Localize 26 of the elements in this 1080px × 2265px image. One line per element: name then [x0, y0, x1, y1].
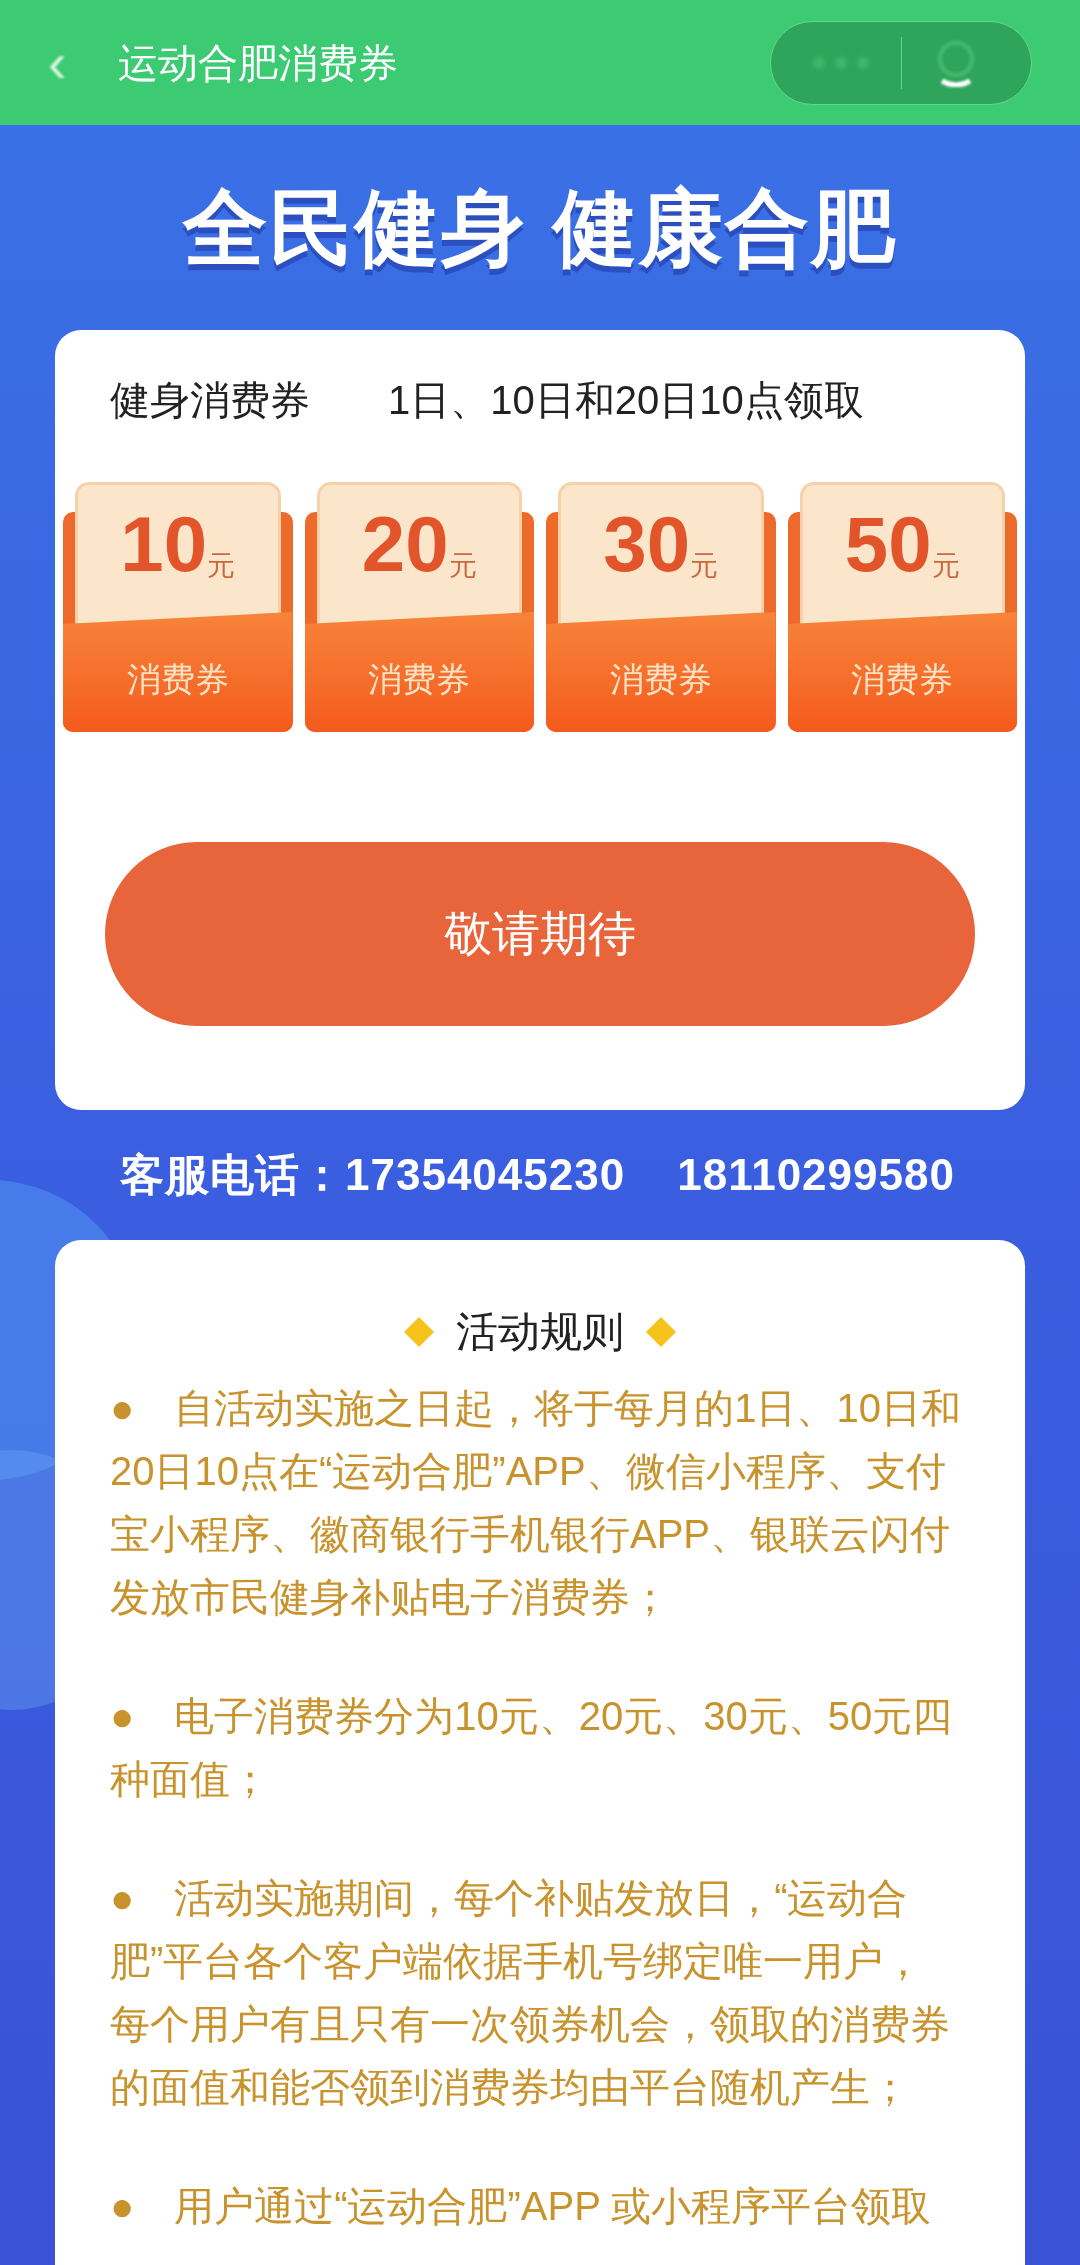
coupon-amount: 50: [844, 505, 932, 583]
coupon-amount: 20: [361, 505, 449, 583]
coupon-amount: 10: [120, 505, 208, 583]
rule-text: ● 活动实施期间，每个补贴发放日，“运动合肥”平台各个客户端依据手机号绑定唯一用户，每个用户有且只有一次领券机会，领取的消费券的面值和能否领到消费券均由平台随机产生；: [110, 1875, 951, 2111]
rule-text: ● 自活动实施之日起，将于每月的1日、10日和20日10点在“运动合肥”APP、微信小程序、支付宝小程序、徽商银行手机银行APP、银联云闪付发放市民健身补贴电子消费券；: [110, 1385, 962, 1621]
rules-title: 活动规则: [456, 1307, 624, 1357]
rule-text: ● 用户通过“运动合肥”APP 或小程序平台领取: [110, 2183, 933, 2230]
rule-text: ● 电子消费券分为10元、20元、30元、50元四种面值；: [110, 1693, 954, 1803]
diamond-icon: [646, 1316, 676, 1347]
coupon-unit: 元: [931, 549, 960, 583]
voucher-schedule: 1日、10日和20日10点领取: [388, 377, 864, 424]
page-title: 运动合肥消费券: [118, 39, 398, 87]
phone-number[interactable]: 18110299580: [677, 1142, 955, 1208]
coupon-label: 消费券: [126, 658, 229, 700]
coupon-unit: 元: [207, 549, 236, 583]
coupon-label: 消费券: [368, 658, 471, 700]
coupon-unit: 元: [448, 549, 477, 583]
hotline-label: 客服电话：: [120, 1149, 345, 1201]
voucher-title: 健身消费券: [110, 377, 310, 424]
coupon-amount: 30: [603, 505, 691, 583]
diamond-icon: [404, 1316, 434, 1347]
coupon-label: 消费券: [851, 658, 954, 700]
phone-number[interactable]: 17354045230: [345, 1142, 626, 1208]
coupon-label: 消费券: [609, 658, 712, 700]
banner-title: 全民健身 健康合肥: [183, 179, 897, 277]
coupon-unit: 元: [690, 549, 719, 583]
